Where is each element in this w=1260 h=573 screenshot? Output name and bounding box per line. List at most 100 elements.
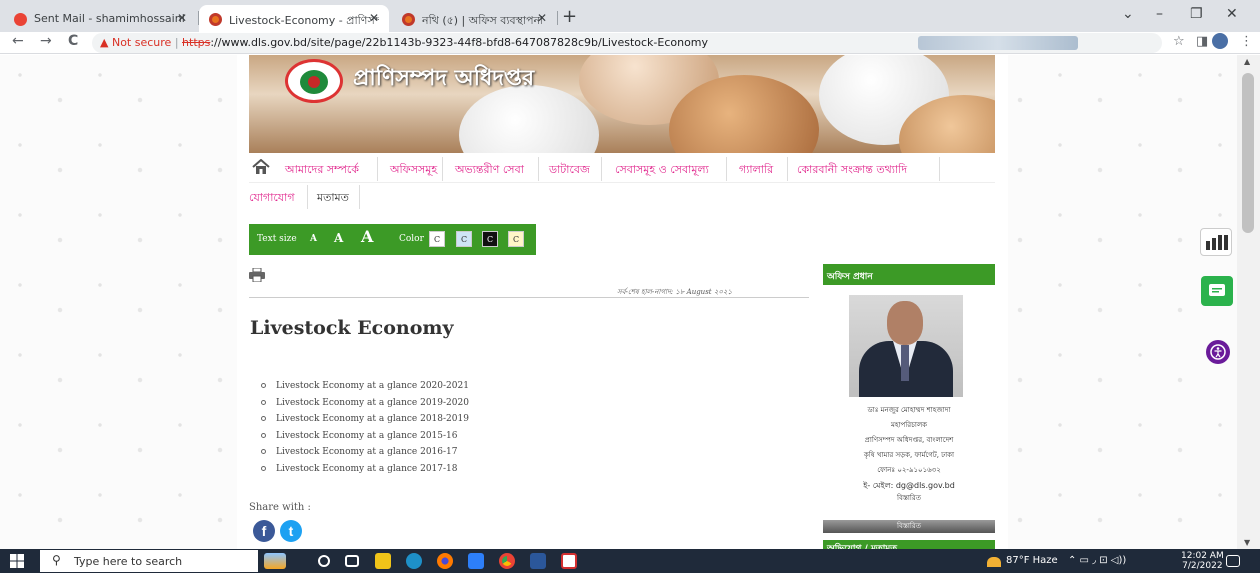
chart-widget-button[interactable] — [1200, 228, 1232, 256]
color-white-button[interactable]: C — [429, 231, 445, 247]
menu-divider — [377, 157, 378, 181]
file-explorer-icon[interactable] — [375, 553, 391, 569]
profile-avatar[interactable] — [1212, 33, 1228, 49]
facebook-icon[interactable]: f — [253, 520, 275, 542]
menu-item-feedback[interactable]: মতামত — [317, 189, 349, 208]
address-bar[interactable]: ▲ Not secure | https://www.dls.gov.bd/si… — [92, 33, 1162, 53]
windows-start-icon[interactable] — [10, 554, 24, 568]
word-icon[interactable] — [530, 553, 546, 569]
minimize-button[interactable]: – — [1156, 6, 1163, 22]
close-icon[interactable]: ✕ — [369, 11, 379, 25]
menu-item-gallery[interactable]: গ্যালারি — [739, 161, 773, 180]
bullet-icon — [261, 383, 266, 388]
mail-app-icon[interactable] — [468, 553, 484, 569]
menu-divider — [939, 157, 940, 181]
govt-logo[interactable] — [285, 59, 343, 103]
close-icon[interactable]: ✕ — [177, 11, 187, 25]
close-icon[interactable]: ✕ — [537, 11, 547, 25]
taskbar-search-box[interactable]: ⚲ Type here to search — [40, 550, 258, 572]
menu-item-database[interactable]: ডাটাবেজ — [549, 161, 590, 180]
search-icon: ⚲ — [52, 553, 61, 567]
weather-app-icon[interactable] — [264, 553, 286, 569]
bookmark-star-icon[interactable]: ☆ — [1173, 34, 1185, 49]
menu-row: যোগাযোগ মতামত — [249, 183, 995, 211]
list-item[interactable]: Livestock Economy at a glance 2015-16 — [261, 431, 469, 448]
document-link[interactable]: Livestock Economy at a glance 2020-2021 — [276, 381, 469, 391]
warning-icon[interactable]: ▲ — [100, 36, 108, 49]
menu-divider — [442, 157, 443, 181]
menu-item-internal-services[interactable]: অভ্যন্তরীণ সেবা — [455, 161, 524, 180]
text-size-large-button[interactable]: A — [361, 227, 373, 246]
office-head-panel-title: অফিস প্রধান — [823, 264, 995, 285]
list-item[interactable]: Livestock Economy at a glance 2018-2019 — [261, 414, 469, 431]
accessibility-widget-button[interactable] — [1206, 340, 1230, 364]
list-item[interactable]: Livestock Economy at a glance 2019-2020 — [261, 398, 469, 415]
color-black-button[interactable]: C — [482, 231, 498, 247]
new-tab-button[interactable]: + — [562, 6, 577, 27]
browser-tab-strip: Sent Mail - shamimhossainlms@ ✕ Livestoc… — [0, 0, 1260, 32]
twitter-icon[interactable]: t — [280, 520, 302, 542]
tab-divider — [557, 11, 558, 25]
person-email[interactable]: ই- মেইল: dg@dls.gov.bd — [823, 478, 995, 493]
acrobat-icon[interactable] — [561, 553, 577, 569]
menu-item-korbani-info[interactable]: কোরবানী সংক্রান্ত তথ্যাদি — [797, 161, 907, 180]
text-size-medium-button[interactable]: A — [334, 231, 343, 245]
edge-icon[interactable] — [406, 553, 422, 569]
list-item[interactable]: Livestock Economy at a glance 2020-2021 — [261, 381, 469, 398]
person-phone: ফোনঃ ০২-৯১০১৬৩২ — [877, 466, 941, 474]
scroll-up-icon[interactable]: ▲ — [1244, 57, 1250, 66]
bullet-icon — [261, 465, 266, 471]
separator: | — [174, 36, 179, 49]
details-button[interactable]: বিস্তারিত — [823, 520, 995, 533]
bullet-icon — [261, 399, 266, 405]
menu-item-about[interactable]: আমাদের সম্পর্কে — [285, 161, 359, 180]
firefox-icon[interactable] — [437, 553, 453, 569]
close-window-button[interactable]: ✕ — [1226, 6, 1238, 22]
color-blue-button[interactable]: C — [456, 231, 472, 247]
tab-nothi[interactable]: নথি (৫) | অফিস ব্যবস্থাপনা ✕ — [392, 5, 557, 32]
print-icon[interactable] — [249, 268, 265, 282]
scroll-thumb[interactable] — [1242, 73, 1254, 233]
menu-item-services[interactable]: সেবাসমূহ ও সেবামূল্য — [615, 161, 709, 180]
tab-search-dropdown-icon[interactable]: ⌄ — [1122, 6, 1134, 22]
menu-divider — [787, 157, 788, 181]
page-scrollbar[interactable]: ▲ ▼ — [1237, 55, 1260, 549]
weather-text[interactable]: 87°F Haze — [1006, 555, 1058, 566]
color-yellow-button[interactable]: C — [508, 231, 524, 247]
tab-title: Sent Mail - shamimhossainlms@ — [34, 12, 184, 25]
reload-button[interactable]: C — [68, 33, 78, 49]
notification-icon[interactable] — [1226, 555, 1240, 567]
menu-icon[interactable]: ⋮ — [1240, 34, 1253, 49]
back-button[interactable]: ← — [12, 33, 24, 49]
site-title[interactable]: প্রাণিসম্পদ অধিদপ্তর — [353, 61, 534, 98]
document-link[interactable]: Livestock Economy at a glance 2017-18 — [276, 464, 458, 474]
page-viewport: প্রাণিসম্পদ অধিদপ্তর আমাদের সম্পর্কে অফি… — [0, 55, 1237, 549]
forward-button[interactable]: → — [40, 33, 52, 49]
list-item[interactable]: Livestock Economy at a glance 2017-18 — [261, 464, 469, 481]
text-size-label: Text size — [257, 234, 297, 244]
document-link[interactable]: Livestock Economy at a glance 2019-2020 — [276, 398, 469, 408]
tab-livestock-economy[interactable]: Livestock-Economy - প্রাণিসম্পদ ✕ — [199, 5, 389, 32]
restore-button[interactable]: ❐ — [1190, 6, 1203, 22]
accessibility-icon — [1210, 344, 1226, 360]
tab-gmail[interactable]: Sent Mail - shamimhossainlms@ ✕ — [4, 5, 197, 32]
chrome-icon[interactable] — [499, 553, 515, 569]
document-link[interactable]: Livestock Economy at a glance 2016-17 — [276, 447, 458, 457]
menu-item-offices[interactable]: অফিসসমূহ — [390, 161, 437, 180]
text-size-small-button[interactable]: A — [310, 234, 317, 244]
taskbar-clock[interactable]: 12:02 AM 7/2/2022 — [1181, 551, 1224, 571]
task-view-icon[interactable] — [345, 555, 359, 567]
details-link[interactable]: বিস্তারিত — [823, 492, 995, 504]
document-link[interactable]: Livestock Economy at a glance 2015-16 — [276, 431, 458, 441]
office-head-info: ডাঃ মনজুর মোহাম্মদ শাহজাদা মহাপরিচালক প্… — [823, 403, 995, 493]
security-label[interactable]: Not secure — [112, 36, 171, 49]
list-item[interactable]: Livestock Economy at a glance 2016-17 — [261, 447, 469, 464]
document-link[interactable]: Livestock Economy at a glance 2018-2019 — [276, 414, 469, 424]
scroll-down-icon[interactable]: ▼ — [1244, 538, 1250, 547]
system-tray-icons[interactable]: ⌃ ▭ ◞ ⊡ ◁)) — [1068, 555, 1126, 566]
sidebar-icon[interactable]: ◨ — [1196, 34, 1208, 49]
home-icon[interactable] — [252, 159, 270, 175]
chat-widget-button[interactable] — [1201, 276, 1233, 306]
cortana-icon[interactable] — [318, 555, 330, 567]
menu-item-contact[interactable]: যোগাযোগ — [249, 189, 295, 208]
